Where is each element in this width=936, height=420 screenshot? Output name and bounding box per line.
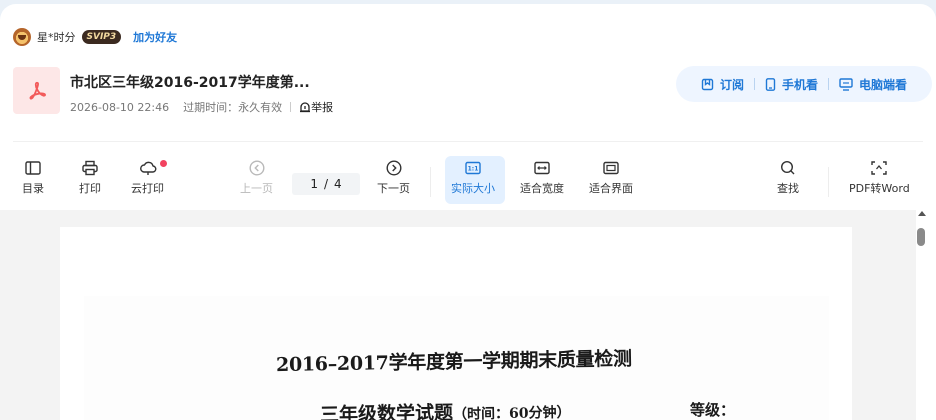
current-page-input[interactable]: 1 bbox=[307, 177, 321, 191]
notification-dot bbox=[160, 160, 167, 167]
cloud-icon bbox=[139, 161, 156, 175]
search-label: 查找 bbox=[777, 182, 799, 195]
page-slash: / bbox=[323, 177, 329, 191]
exam-subheading: 三年级数学试题（时间：60分钟） bbox=[320, 396, 571, 420]
fit-width-button[interactable]: 适合宽度 bbox=[520, 160, 564, 196]
grade-label: 等级： bbox=[690, 401, 736, 419]
fit-page-icon bbox=[603, 161, 619, 175]
next-page-button[interactable]: 下一页 bbox=[377, 160, 410, 196]
fit-page-button[interactable]: 适合界面 bbox=[589, 160, 633, 196]
actual-size-icon: 1:1 bbox=[465, 161, 481, 175]
pdf-to-word-button[interactable]: PDF转Word bbox=[849, 160, 910, 196]
actual-size-button[interactable]: 1:1 实际大小 bbox=[451, 160, 495, 196]
chevron-right-icon bbox=[385, 160, 402, 176]
scroll-up-arrow-icon[interactable] bbox=[918, 211, 926, 216]
bookmark-icon bbox=[701, 78, 714, 90]
pdf-to-word-label: PDF转Word bbox=[849, 182, 910, 195]
svg-text:1:1: 1:1 bbox=[468, 166, 479, 173]
desktop-view-label: 电脑端看 bbox=[859, 77, 908, 92]
subscribe-button[interactable]: 订阅 bbox=[701, 76, 744, 93]
expiry-text: 过期时间：永久有效 bbox=[183, 101, 283, 114]
exam-subject: 三年级数学试题 bbox=[319, 401, 454, 420]
meta-divider bbox=[290, 102, 292, 112]
report-label: 举报 bbox=[311, 101, 334, 114]
subscribe-label: 订阅 bbox=[719, 77, 744, 92]
upload-date: 2026-08-10 22:46 bbox=[70, 100, 170, 114]
chevron-left-icon bbox=[248, 160, 265, 176]
exam-duration: （时间：60分钟） bbox=[452, 404, 571, 420]
vip-badge: SVIP3 bbox=[81, 30, 122, 44]
cloud-print-button[interactable]: 云打印 bbox=[131, 160, 164, 196]
add-friend-button[interactable]: 加为好友 bbox=[133, 29, 177, 45]
fit-width-label: 适合宽度 bbox=[520, 182, 564, 195]
print-button[interactable]: 打印 bbox=[79, 160, 101, 196]
page-indicator[interactable]: 1 / 4 bbox=[292, 173, 360, 195]
desktop-view-button[interactable]: 电脑端看 bbox=[839, 76, 907, 93]
convert-icon bbox=[871, 161, 888, 175]
toolbar-divider bbox=[828, 167, 829, 197]
action-divider bbox=[828, 78, 829, 90]
document-title: 市北区三年级2016-2017学年度第... bbox=[70, 75, 310, 91]
fit-width-icon bbox=[534, 161, 550, 175]
monitor-icon bbox=[839, 77, 853, 91]
actual-size-label: 实际大小 bbox=[451, 182, 495, 195]
total-pages: 4 bbox=[334, 177, 342, 191]
document-meta: 2026-08-10 22:46 过期时间：永久有效 举报 bbox=[70, 99, 333, 115]
prev-page-label: 上一页 bbox=[240, 182, 273, 195]
next-page-label: 下一页 bbox=[377, 182, 410, 195]
printer-icon bbox=[82, 160, 98, 176]
action-divider bbox=[753, 78, 755, 90]
sidebar-icon bbox=[25, 161, 41, 175]
mobile-view-label: 手机看 bbox=[781, 77, 818, 92]
phone-icon bbox=[765, 77, 776, 91]
mobile-view-button[interactable]: 手机看 bbox=[765, 76, 818, 93]
author-row: 星*时分 SVIP3 加为好友 bbox=[13, 28, 177, 46]
pdf-file-icon bbox=[13, 67, 60, 114]
prev-page-button[interactable]: 上一页 bbox=[240, 160, 273, 196]
fit-page-label: 适合界面 bbox=[589, 182, 633, 195]
report-button[interactable]: 举报 bbox=[299, 99, 333, 115]
search-icon bbox=[780, 160, 795, 175]
toolbar-divider bbox=[430, 167, 431, 197]
cloud-print-label: 云打印 bbox=[131, 182, 164, 195]
alert-icon bbox=[300, 102, 311, 113]
print-label: 打印 bbox=[79, 182, 101, 195]
view-actions: 订阅 手机看 电脑端看 bbox=[676, 66, 932, 102]
search-button[interactable]: 查找 bbox=[777, 160, 799, 196]
toc-label: 目录 bbox=[22, 182, 44, 195]
author-name[interactable]: 星*时分 bbox=[37, 29, 76, 45]
avatar[interactable] bbox=[13, 28, 31, 46]
toc-button[interactable]: 目录 bbox=[22, 160, 44, 196]
scrollbar-thumb[interactable] bbox=[917, 228, 925, 246]
header-divider bbox=[13, 141, 923, 142]
